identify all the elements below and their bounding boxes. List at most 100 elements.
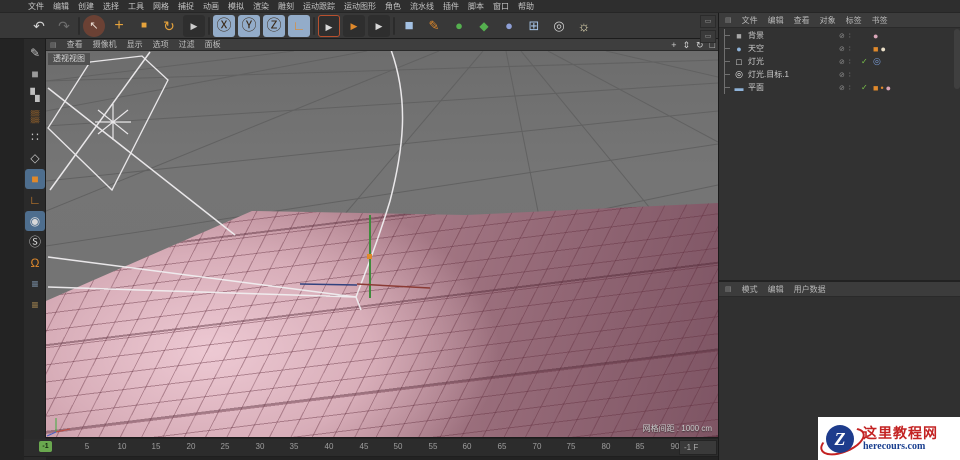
material-tag-pink[interactable]: ● (886, 83, 891, 93)
object-name[interactable]: 平面 (748, 82, 764, 93)
separator[interactable] (313, 16, 315, 35)
frame-tick-label[interactable]: 15 (152, 442, 161, 451)
frame-tick-label[interactable]: 60 (463, 442, 472, 451)
viewport-menu-item[interactable]: 过滤 (179, 39, 195, 50)
workplane-mode-icon[interactable]: ≡ (25, 295, 45, 315)
enable-toggle-icon[interactable]: ⊘ (839, 33, 846, 40)
menubar-item[interactable]: 工具 (128, 1, 144, 12)
frame-tick-label[interactable]: 55 (429, 442, 438, 451)
attribute-manager-menu-item[interactable]: 用户数据 (794, 284, 826, 295)
texture-mode-icon[interactable]: ▒ (25, 106, 45, 126)
light-object-icon[interactable]: □ (733, 57, 745, 67)
viewport-menu-item[interactable]: 选项 (153, 39, 169, 50)
pen-tool-icon[interactable]: ✎ (25, 43, 45, 63)
visibility-toggles[interactable]: ⊘ ∶ (839, 32, 852, 40)
menubar-item[interactable]: 动画 (203, 1, 219, 12)
x-axis-lock-button[interactable]: Ⓧ (213, 14, 235, 37)
enabled-check-icon[interactable]: ✓ (861, 57, 868, 66)
viewport-menu-item[interactable]: 显示 (127, 39, 143, 50)
frame-tick-label[interactable]: 75 (567, 442, 576, 451)
visibility-dots-icon[interactable]: ∶ (849, 85, 852, 92)
live-selection-icon[interactable]: ↖ (83, 14, 105, 37)
menubar-item[interactable]: 选择 (103, 1, 119, 12)
enable-toggle-icon[interactable]: ⊘ (839, 85, 846, 92)
viewport-menu-item[interactable]: 摄像机 (93, 39, 117, 50)
frame-tick-label[interactable]: 85 (636, 442, 645, 451)
render-view-button[interactable]: ▶ (318, 14, 340, 37)
separator[interactable] (393, 16, 395, 35)
viewport-scene[interactable]: 网格间距 : 1000 cm (46, 51, 718, 437)
frame-tick-label[interactable]: 10 (118, 442, 127, 451)
menubar-item[interactable]: 模拟 (228, 1, 244, 12)
object-row[interactable]: ■ 背景 ⊘ ∶ ● (719, 29, 960, 42)
attribute-manager-menu-item[interactable]: 编辑 (768, 284, 784, 295)
object-row[interactable]: ▬ 平面 ⊘ ∶ ✓ ■ • ● (719, 81, 960, 94)
menubar-item[interactable]: 编辑 (53, 1, 69, 12)
object-manager-menu-item[interactable]: 文件 (742, 15, 758, 26)
object-row[interactable]: ● 天空 ⊘ ∶ ■ ● (719, 42, 960, 55)
workplane-lock-icon[interactable]: ≡ (25, 274, 45, 294)
enable-toggle-icon[interactable]: ⊘ (839, 72, 846, 79)
menubar-item[interactable]: 文件 (28, 1, 44, 12)
render-settings-button[interactable]: ▶ (368, 14, 390, 37)
panel-grip-icon[interactable]: ▤ (725, 285, 732, 293)
visibility-toggles[interactable]: ⊘ ∶ (839, 45, 852, 53)
solo-mode-icon[interactable]: Ⓢ (25, 232, 45, 252)
frame-tick-label[interactable]: 30 (256, 442, 265, 451)
panel-grip-icon[interactable]: ▤ (725, 16, 732, 24)
separator[interactable] (78, 16, 80, 35)
pan-view-icon[interactable]: + (671, 40, 676, 50)
material-tag-cream[interactable]: ● (880, 44, 885, 54)
menubar-item[interactable]: 帮助 (518, 1, 534, 12)
layout-palette-icon[interactable]: ▭ (700, 30, 716, 43)
attribute-manager-menu-item[interactable]: 模式 (742, 284, 758, 295)
last-used-tool-icon[interactable]: ▶ (183, 14, 205, 37)
metaball-button[interactable]: ● (498, 15, 520, 37)
menubar-item[interactable]: 插件 (443, 1, 459, 12)
object-manager-menu-item[interactable]: 编辑 (768, 15, 784, 26)
sky-object-icon[interactable]: ● (733, 44, 745, 54)
menubar-item[interactable]: 运动图形 (344, 1, 376, 12)
enable-toggle-icon[interactable]: ⊘ (839, 59, 846, 66)
menubar-item[interactable]: 雕刻 (278, 1, 294, 12)
frame-tick-label[interactable]: 70 (533, 442, 542, 451)
edges-mode-icon[interactable]: ◇ (25, 148, 45, 168)
frame-tick-label[interactable]: 40 (325, 442, 334, 451)
menubar-item[interactable]: 运动跟踪 (303, 1, 335, 12)
object-name[interactable]: 灯光.目标.1 (748, 69, 789, 80)
current-frame-field[interactable]: -1 F (679, 440, 717, 455)
frame-tick-label[interactable]: 25 (221, 442, 230, 451)
frame-tick-label[interactable]: 65 (498, 442, 507, 451)
spline-pen-button[interactable]: ✎ (423, 15, 445, 37)
background-object-icon[interactable]: ■ (733, 31, 745, 41)
enable-toggle-icon[interactable]: ⊘ (839, 46, 846, 53)
object-manager-menu-item[interactable]: 查看 (794, 15, 810, 26)
separator[interactable] (208, 16, 210, 35)
dolly-view-icon[interactable]: ⇕ (682, 40, 690, 51)
view-name-label[interactable]: 透视视图 (48, 53, 90, 65)
redo-icon[interactable]: ↷ (53, 15, 75, 37)
render-picture-viewer-button[interactable]: ▶ (343, 14, 365, 37)
object-name[interactable]: 天空 (748, 43, 764, 54)
compositing-tag[interactable]: ■ (873, 83, 878, 93)
model-mode-icon[interactable]: ▚ (25, 85, 45, 105)
make-editable-icon[interactable]: ■ (25, 64, 45, 84)
visibility-dots-icon[interactable]: ∶ (849, 72, 852, 79)
camera-button[interactable]: ◎ (548, 15, 570, 37)
z-axis-lock-button[interactable]: Ⓩ (263, 14, 285, 37)
visibility-toggles[interactable]: ⊘ ∶ (839, 58, 852, 66)
timeline-ruler[interactable]: 5 10 15 20 25 30 35 40 45 50 55 60 65 70 75 80 85 90 -1 -… (24, 439, 718, 457)
menubar-item[interactable]: 窗口 (493, 1, 509, 12)
menubar-item[interactable]: 捕捉 (178, 1, 194, 12)
timeline-playhead[interactable]: -1 (39, 441, 52, 452)
visibility-dots-icon[interactable]: ∶ (849, 33, 852, 40)
frame-tick-label[interactable]: 35 (290, 442, 299, 451)
menubar-item[interactable]: 脚本 (468, 1, 484, 12)
panel-grip-icon[interactable]: ▤ (50, 41, 57, 49)
viewport-solo-icon[interactable]: ◉ (25, 211, 45, 231)
viewport-menu-item[interactable]: 查看 (67, 39, 83, 50)
dot-tag[interactable]: • (880, 83, 883, 93)
object-name[interactable]: 背景 (748, 30, 764, 41)
frame-tick-label[interactable]: 50 (394, 442, 403, 451)
frame-tick-label[interactable]: 45 (360, 442, 369, 451)
